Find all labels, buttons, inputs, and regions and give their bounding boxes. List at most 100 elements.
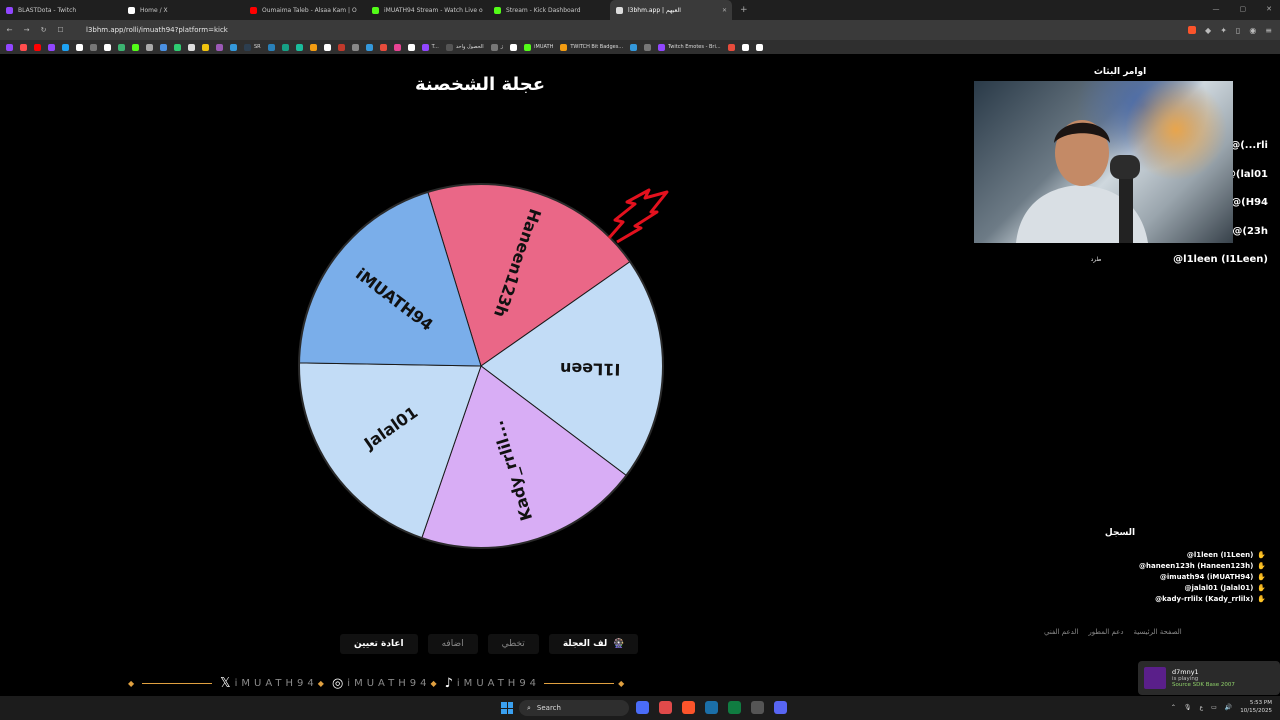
volume-icon[interactable]: 🔊 — [1225, 704, 1232, 711]
back-icon[interactable]: ← — [2, 26, 17, 34]
bookmark-item[interactable] — [323, 43, 331, 51]
spin-button[interactable]: لف العجلة 🎡 — [548, 634, 639, 654]
bookmark-item[interactable] — [379, 43, 387, 51]
bookmark-item[interactable] — [216, 43, 223, 51]
bookmark-item[interactable] — [174, 43, 181, 51]
skip-button[interactable]: تخطي — [487, 634, 539, 654]
wheel-segment-label: I1Leen — [560, 359, 621, 379]
new-tab-button[interactable]: + — [740, 5, 748, 15]
brave-shield-icon[interactable] — [1188, 25, 1197, 34]
browser-tab[interactable]: Oumaima Taleb - Alsaa Kam | O — [244, 0, 366, 20]
bookmark-item[interactable] — [118, 43, 125, 51]
bookmark-item[interactable] — [34, 43, 41, 51]
bookmark-item[interactable] — [104, 43, 111, 51]
app-icon[interactable] — [636, 701, 649, 714]
minimize-icon[interactable]: — — [1213, 5, 1220, 13]
social-handle-instagram: iMUATH94 — [347, 677, 431, 689]
command-item: @(...rli — [1230, 140, 1268, 151]
language-indicator[interactable]: ع — [1200, 704, 1204, 711]
bookmark-item[interactable] — [365, 43, 373, 51]
footer-link[interactable]: دعم المطور — [1088, 628, 1123, 636]
kick-button[interactable]: طرد — [1082, 256, 1110, 263]
footer-link[interactable]: الدعم الفني — [1044, 628, 1078, 636]
bookmark-item[interactable] — [407, 43, 415, 51]
bookmark-icon — [560, 43, 568, 51]
bookmark-item[interactable] — [281, 43, 289, 51]
taskbar-search[interactable]: ⌕ Search — [519, 700, 629, 716]
bookmark-item[interactable] — [48, 43, 55, 51]
reset-button[interactable]: اعادة تعيين — [340, 634, 418, 654]
extension-icon[interactable]: ◆ — [1205, 26, 1211, 35]
bookmark-item[interactable] — [230, 43, 237, 51]
steam-notification[interactable]: d7mny1 is playing Source SDK Base 2007 — [1138, 661, 1280, 695]
forward-icon[interactable]: → — [19, 26, 34, 34]
add-button[interactable]: اضافه — [427, 634, 478, 654]
menu-icon[interactable]: ≡ — [1265, 26, 1272, 35]
close-tab-icon[interactable]: ✕ — [722, 7, 727, 14]
bookmark-item[interactable]: SR — [244, 43, 261, 51]
bookmark-item[interactable] — [90, 43, 97, 51]
start-icon[interactable] — [501, 702, 513, 714]
network-icon[interactable]: ▭ — [1211, 704, 1217, 711]
notification-text: d7mny1 is playing Source SDK Base 2007 — [1172, 668, 1235, 688]
browser-tab[interactable]: Home / X — [122, 0, 244, 20]
brave-icon[interactable] — [682, 701, 695, 714]
bookmark-item[interactable] — [755, 43, 763, 51]
window-controls: — ▢ ✕ — [1213, 5, 1273, 13]
sidebar-icon[interactable]: ▯ — [1236, 26, 1240, 35]
app-icon[interactable] — [751, 701, 764, 714]
maximize-icon[interactable]: ▢ — [1240, 5, 1247, 13]
bookmark-item[interactable] — [351, 43, 359, 51]
bookmark-icon — [90, 43, 97, 51]
bookmark-item[interactable] — [393, 43, 401, 51]
bookmark-item[interactable] — [295, 43, 303, 51]
url-field[interactable]: l3bhm.app/rolli/imuath94?platform=kick — [86, 26, 228, 34]
xbox-icon[interactable] — [728, 701, 741, 714]
bookmark-item[interactable] — [188, 43, 195, 51]
puzzle-icon[interactable]: ✦ — [1220, 26, 1227, 35]
close-icon[interactable]: ✕ — [1266, 5, 1272, 13]
streamer-socials: ◆ 𝕏 iMUATH94 ◆ ◎ iMUATH94 ◆ ♪ iMUATH94 ◆ — [128, 674, 712, 692]
reload-icon[interactable]: ↻ — [36, 26, 51, 34]
browser-tab[interactable]: Stream - Kick Dashboard — [488, 0, 610, 20]
tab-label: Home / X — [140, 6, 168, 14]
obs-icon[interactable] — [659, 701, 672, 714]
bookmark-icon — [510, 43, 518, 51]
browser-tab[interactable]: iMUATH94 Stream - Watch Live o — [366, 0, 488, 20]
bookmark-item[interactable] — [146, 43, 153, 51]
bookmark-item[interactable] — [202, 43, 209, 51]
bookmark-icon — [118, 43, 125, 51]
steam-icon[interactable] — [705, 701, 718, 714]
browser-tab[interactable]: BLASTDota - Twitch — [0, 0, 122, 20]
bookmark-item[interactable] — [76, 43, 83, 51]
bookmark-icon[interactable]: ☐ — [53, 26, 68, 34]
bookmark-item[interactable] — [337, 43, 345, 51]
bookmark-item[interactable] — [630, 43, 638, 51]
bookmark-item[interactable] — [6, 43, 13, 51]
bookmark-item[interactable]: Twitch Emotes - Bri... — [658, 43, 721, 51]
bookmark-item[interactable] — [741, 43, 749, 51]
wallet-icon[interactable]: ◉ — [1249, 26, 1256, 35]
footer-link[interactable]: الصفحة الرئيسية — [1133, 628, 1181, 636]
bookmark-item[interactable] — [267, 43, 275, 51]
bookmark-item[interactable] — [510, 43, 518, 51]
bookmark-item[interactable] — [309, 43, 317, 51]
bookmark-item[interactable]: T... — [421, 43, 439, 51]
bookmark-item[interactable] — [132, 43, 139, 51]
clock[interactable]: 5:53 PM 10/15/2025 — [1240, 699, 1272, 715]
bookmark-icon — [741, 43, 749, 51]
bookmark-item[interactable] — [644, 43, 652, 51]
bookmark-item[interactable] — [160, 43, 167, 51]
log-entry: @imuath94 (iMUATH94) ✋ — [1160, 573, 1266, 581]
bookmark-item[interactable]: iMUATH — [524, 43, 553, 51]
bookmark-item[interactable]: الحصول واحد — [445, 43, 484, 51]
discord-icon[interactable] — [774, 701, 787, 714]
chevron-up-icon[interactable]: ⌃ — [1171, 704, 1176, 711]
browser-tab[interactable]: l3bhm.app | العبهم ✕ — [610, 0, 732, 20]
bookmark-item[interactable]: ژ — [490, 43, 503, 51]
mic-icon[interactable]: 🎙 — [1184, 704, 1192, 711]
bookmark-item[interactable] — [727, 43, 735, 51]
bookmark-item[interactable]: TWITCH Bit Badges... — [560, 43, 623, 51]
bookmark-item[interactable] — [62, 43, 69, 51]
bookmark-item[interactable] — [20, 43, 27, 51]
